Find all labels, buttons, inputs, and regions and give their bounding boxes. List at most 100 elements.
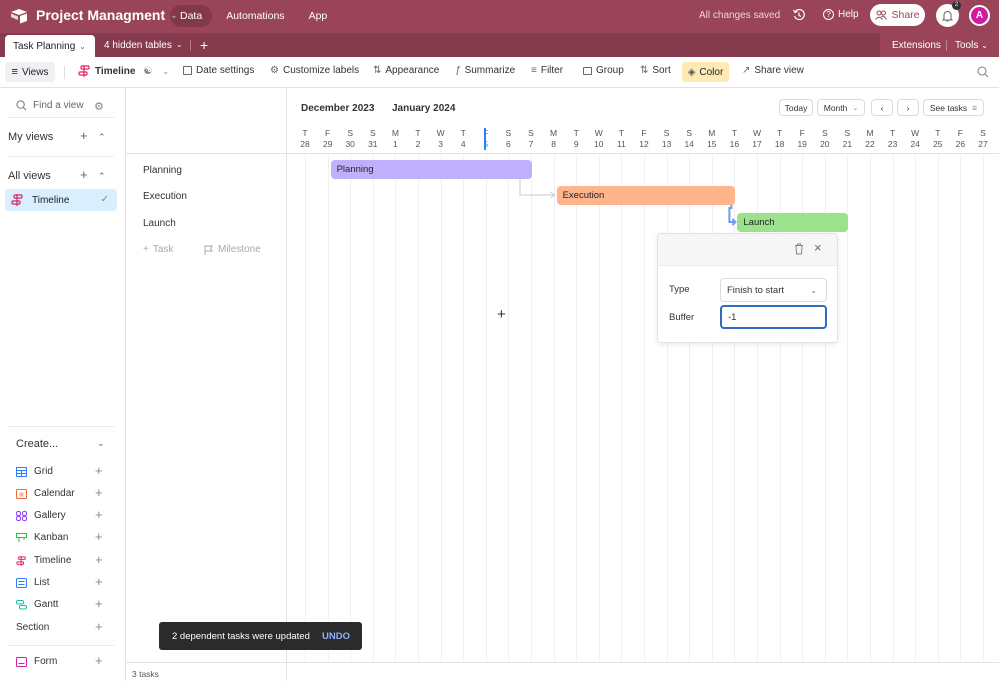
hidden-tables-label: 4 hidden tables: [104, 40, 172, 51]
divider: [8, 645, 114, 646]
dependency-popover: × Type Finish to start ⌄ Buffer: [657, 233, 838, 343]
undo-button[interactable]: UNDO: [322, 631, 350, 642]
create-list[interactable]: List: [16, 577, 50, 588]
chevron-up-icon[interactable]: ⌃: [98, 132, 106, 143]
dependency-arrow[interactable]: [519, 179, 556, 199]
add-milestone-button[interactable]: Milestone: [204, 244, 261, 255]
task-row-execution[interactable]: Execution: [143, 191, 187, 202]
my-views-heading[interactable]: My views: [8, 131, 53, 143]
add-list-button[interactable]: +: [95, 574, 103, 589]
gallery-icon: [16, 510, 27, 521]
views-button[interactable]: ≡ Views: [5, 62, 55, 82]
chevron-up-icon[interactable]: ⌃: [98, 171, 106, 182]
notifications-button[interactable]: 2: [936, 1, 961, 27]
create-grid[interactable]: Grid: [16, 466, 53, 477]
dependency-arrow-selected[interactable]: [728, 205, 737, 226]
base-name-dropdown[interactable]: Project Managment ⌄: [36, 7, 178, 23]
create-form[interactable]: Form: [16, 656, 57, 667]
create-heading[interactable]: Create...: [16, 438, 58, 450]
add-milestone-label: Milestone: [218, 244, 261, 255]
extensions-button[interactable]: Extensions: [892, 40, 941, 51]
task-list: Planning Execution Launch + Task Milesto…: [126, 88, 287, 681]
sort-button[interactable]: ⇅ Sort: [640, 65, 671, 76]
close-icon[interactable]: ×: [814, 240, 822, 255]
color-button[interactable]: ◈ Color: [682, 62, 729, 82]
all-views-heading[interactable]: All views: [8, 170, 51, 182]
customize-labels-button[interactable]: ⚙ Customize labels: [270, 65, 359, 76]
add-task-label: Task: [152, 244, 174, 255]
tools-button[interactable]: Tools ⌄: [955, 40, 988, 51]
view-label: Timeline: [32, 194, 70, 206]
divider: [8, 117, 114, 118]
app-logo-icon[interactable]: [10, 8, 28, 24]
hidden-tables-dropdown[interactable]: 4 hidden tables ⌄: [104, 40, 183, 51]
add-task-button[interactable]: + Task: [143, 244, 173, 255]
hamburger-icon: ≡: [11, 66, 18, 78]
create-gallery[interactable]: Gallery: [16, 510, 66, 521]
history-icon[interactable]: [792, 8, 806, 22]
nav-data[interactable]: Data: [170, 5, 213, 27]
extensions-area: Extensions Tools ⌄: [880, 33, 999, 57]
add-calendar-button[interactable]: +: [95, 485, 103, 500]
find-view-input[interactable]: Find a view: [16, 100, 84, 111]
summarize-button[interactable]: ƒ Summarize: [455, 65, 515, 76]
task-row-planning[interactable]: Planning: [143, 165, 182, 176]
toolbar-divider: [64, 66, 65, 79]
view-switcher[interactable]: Timeline ☯ ⌄: [78, 65, 169, 77]
crosshair-cursor: +: [497, 306, 506, 323]
gantt-icon: [16, 599, 27, 609]
calendar-icon: [16, 488, 27, 499]
create-kanban[interactable]: Kanban: [16, 532, 68, 543]
tools-label: Tools: [955, 40, 979, 51]
create-item-label: Calendar: [34, 488, 75, 499]
filter-button[interactable]: ≡ Filter: [531, 65, 563, 76]
appearance-button[interactable]: ⇅ Appearance: [373, 65, 439, 76]
table-tab-task-planning[interactable]: Task Planning ⌄: [5, 35, 95, 57]
share-button[interactable]: Share: [870, 4, 925, 26]
grid-icon: [16, 466, 27, 477]
create-item-label: Form: [34, 656, 58, 667]
summarize-label: Summarize: [464, 65, 516, 76]
add-view-button[interactable]: +: [80, 167, 88, 182]
user-avatar[interactable]: A: [969, 5, 990, 26]
add-timeline-button[interactable]: +: [95, 552, 103, 567]
add-grid-button[interactable]: +: [95, 463, 103, 478]
bell-icon: [942, 10, 953, 21]
add-table-button[interactable]: +: [200, 37, 208, 53]
help-button[interactable]: ? Help: [823, 9, 859, 20]
chevron-down-icon: ⌄: [162, 66, 170, 76]
add-my-view-button[interactable]: +: [80, 128, 88, 143]
dependency-type-select[interactable]: Finish to start ⌄: [720, 278, 827, 302]
create-gantt[interactable]: Gantt: [16, 599, 58, 610]
add-gantt-button[interactable]: +: [95, 596, 103, 611]
nav-automations[interactable]: Automations: [216, 5, 294, 27]
app-bar: Project Managment ⌄ Data Automations App…: [0, 0, 999, 33]
create-calendar[interactable]: Calendar: [16, 488, 75, 499]
chevron-down-icon: ⌄: [175, 40, 183, 49]
trash-icon[interactable]: [794, 243, 804, 255]
sidebar-view-timeline[interactable]: Timeline ✓: [5, 189, 117, 211]
share-view-button[interactable]: ↗ Share view: [742, 65, 804, 76]
popover-header: ×: [658, 234, 837, 266]
date-settings-label: Date settings: [196, 65, 255, 76]
chevron-down-icon[interactable]: ⌄: [97, 438, 105, 449]
add-gallery-button[interactable]: +: [95, 507, 103, 522]
nav-app[interactable]: App: [299, 5, 338, 27]
group-button[interactable]: Group: [583, 65, 624, 76]
tab-divider: [190, 40, 191, 51]
check-icon: ✓: [100, 194, 109, 205]
views-label: Views: [21, 66, 49, 78]
add-kanban-button[interactable]: +: [95, 529, 103, 544]
search-icon[interactable]: [977, 66, 989, 78]
task-row-launch[interactable]: Launch: [143, 218, 176, 229]
add-form-button[interactable]: +: [95, 653, 103, 668]
create-timeline[interactable]: Timeline: [16, 555, 71, 566]
create-item-label: Gallery: [34, 510, 66, 521]
buffer-label: Buffer: [669, 312, 695, 323]
date-settings-button[interactable]: Date settings: [183, 65, 254, 76]
gear-icon[interactable]: ⚙: [94, 100, 106, 113]
add-section-button[interactable]: +: [95, 619, 103, 634]
buffer-input[interactable]: [720, 305, 827, 329]
timeline-canvas[interactable]: December 2023 January 2024 Today Month ⌄…: [287, 88, 999, 662]
dependency-arrows: [519, 179, 737, 226]
